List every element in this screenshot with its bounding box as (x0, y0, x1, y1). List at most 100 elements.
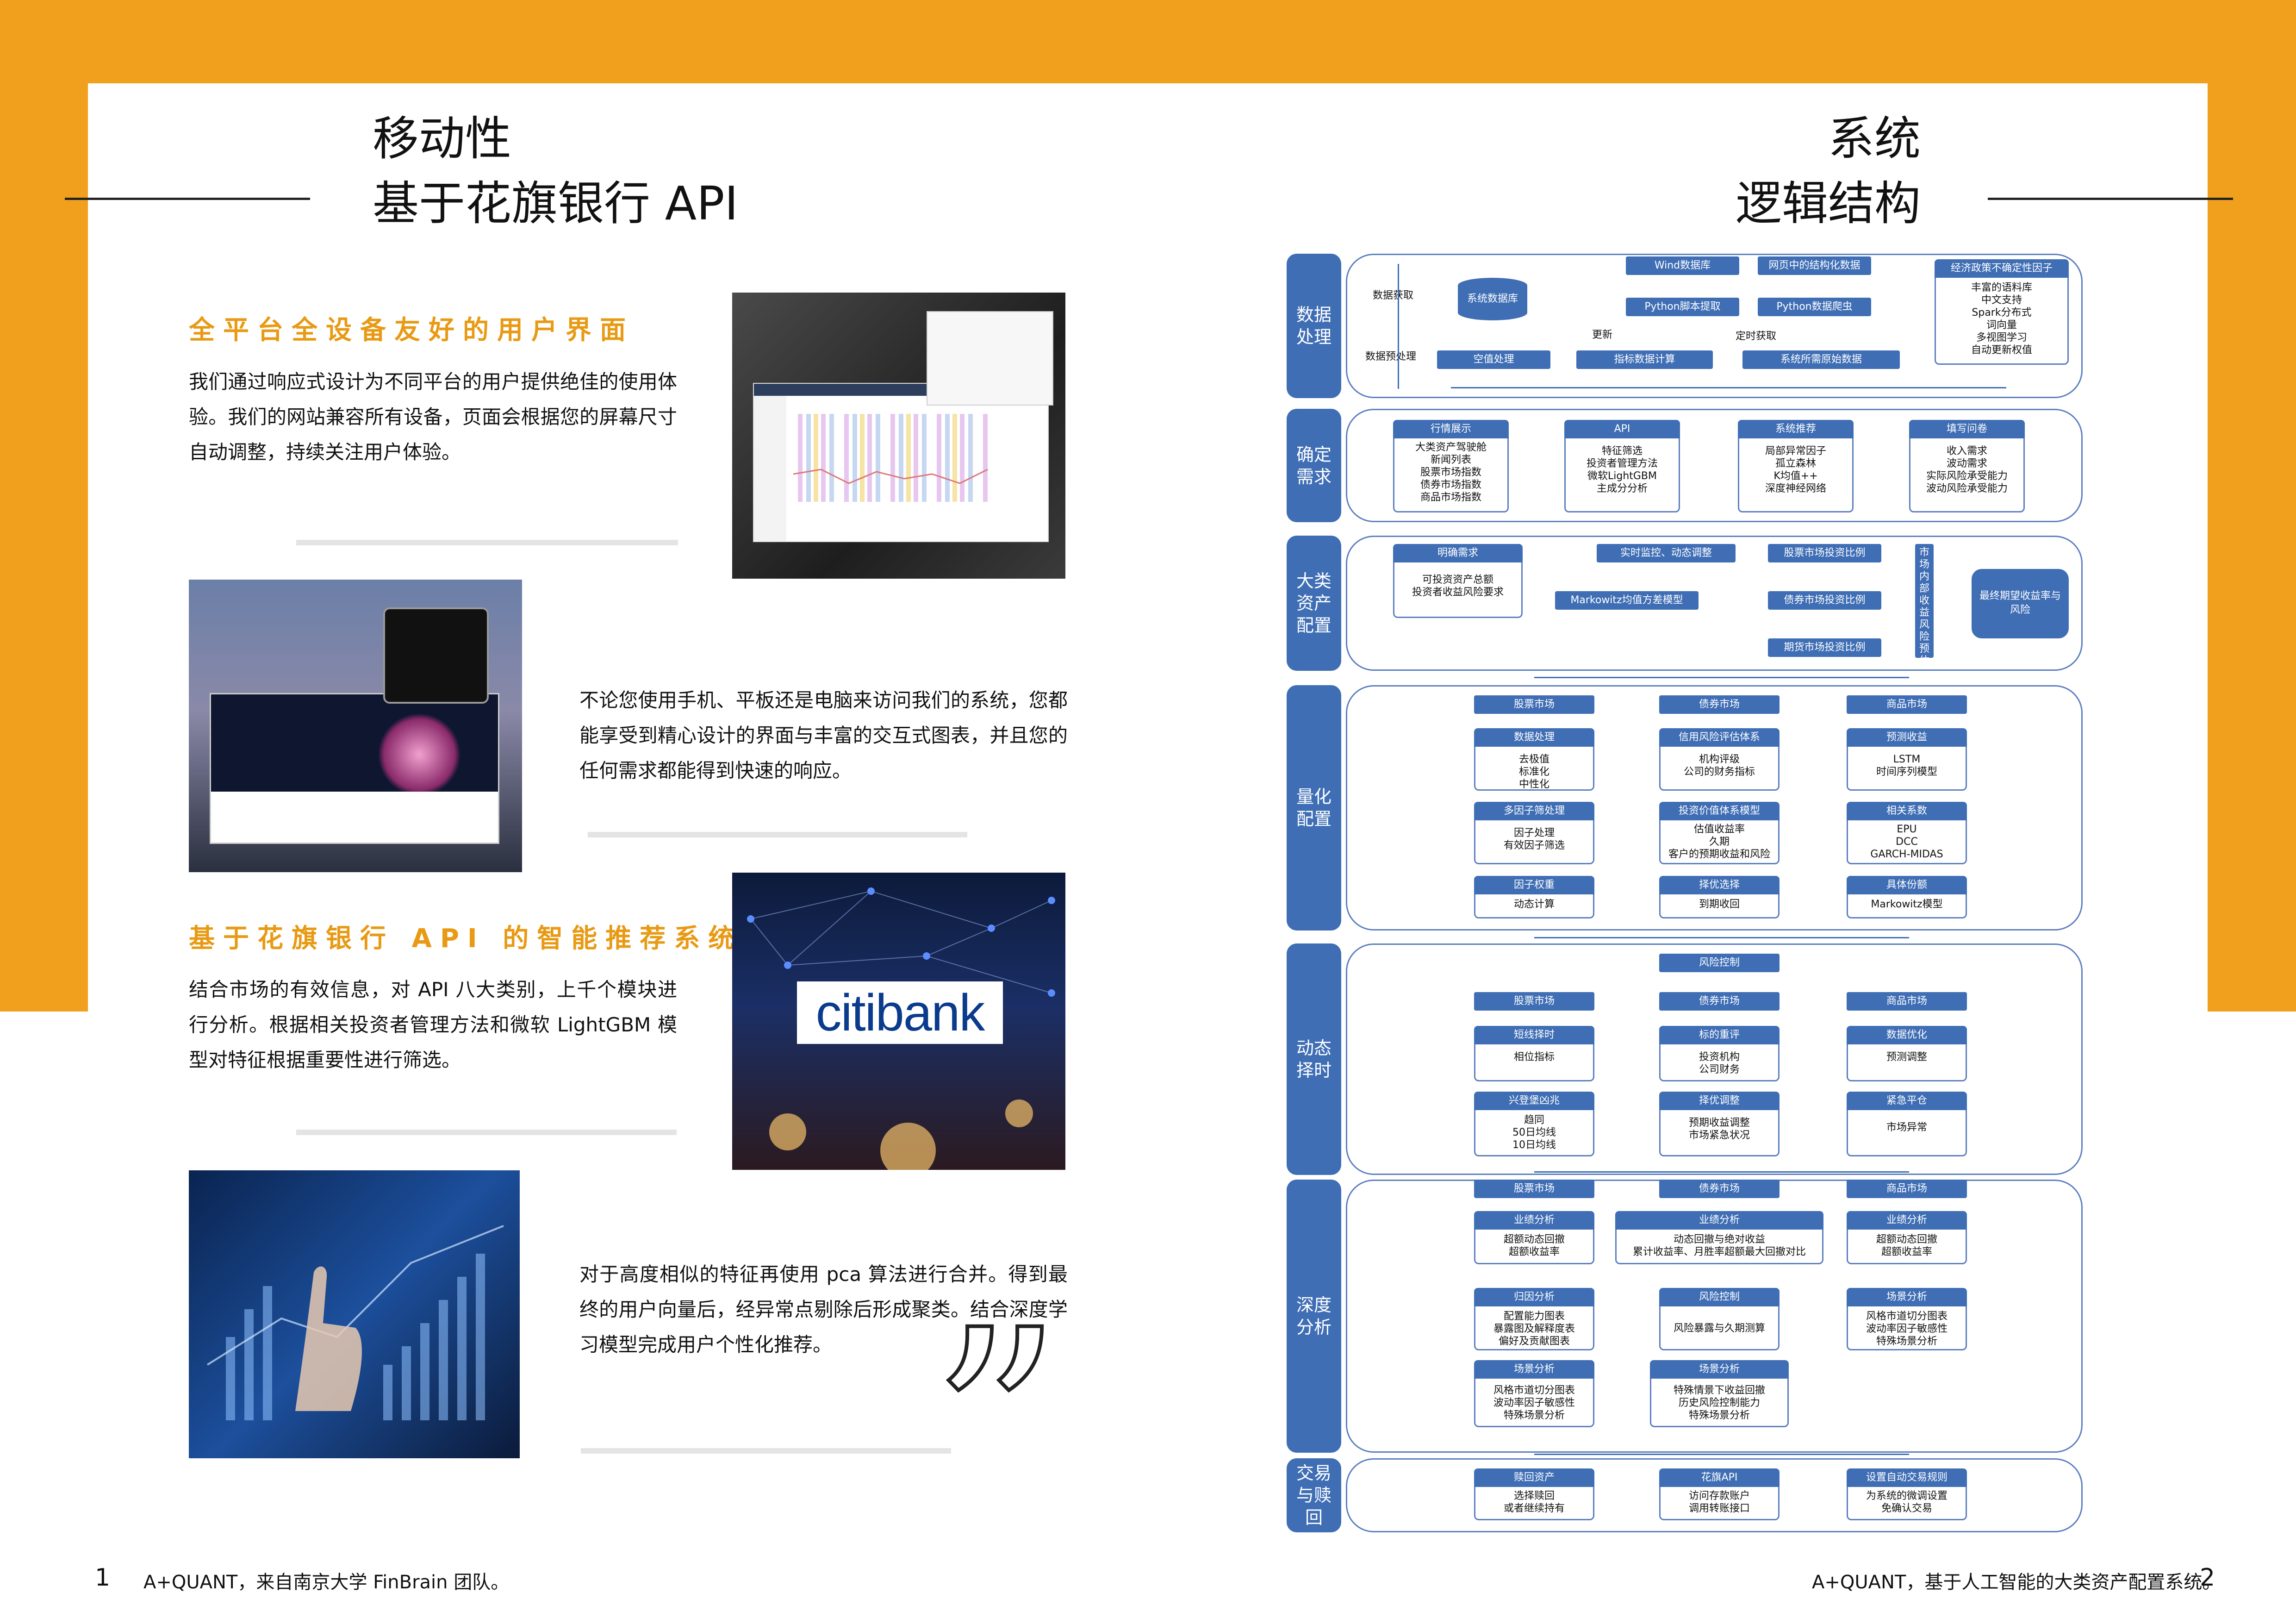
card-body: 局部异常因子 孤立森林 K均值++ 深度神经网络 (1765, 445, 1826, 494)
card-body: 特殊情景下收益回撤 历史风险控制能力 特殊场景分析 (1673, 1385, 1765, 1421)
lane-quant-config: 量化配置 股票市场 债券市场 商品市场 数据处理 去极值 标准化 中性化 信用风… (1287, 685, 2083, 931)
card-hindenburg: 兴登堡凶兆 趋同 50日均线 10日均线 (1474, 1092, 1594, 1156)
card-factor-weight: 因子权重 动态计算 (1474, 876, 1594, 918)
lane-asset-allocation: 大类资产配置 明确需求 可投资资产总额 投资者收益风险要求 实时监控、动态调整 … (1287, 536, 2083, 671)
card-citi-api: 花旗API 访问存款账户 调用转账接口 (1659, 1468, 1780, 1520)
lane-label-asset-allocation: 大类资产配置 (1287, 536, 1341, 671)
divider-2 (588, 832, 967, 837)
card-header: API (1564, 420, 1680, 438)
node-web-data: 网页中的结构化数据 (1758, 256, 1871, 275)
card-risk-control: 风险控制 风险暴露与久期测算 (1659, 1288, 1780, 1350)
card-header: 归因分析 (1474, 1288, 1594, 1306)
citibank-logo: citibank (815, 984, 985, 1042)
connector-lane6-lane7 (1534, 1454, 1909, 1455)
card-body: 到期收回 (1699, 899, 1740, 910)
divider-1 (296, 540, 678, 545)
left-title-line2: 基于花旗银行 API (373, 176, 738, 231)
card-body: 大类资产驾驶舱 新闻列表 股票市场指数 债券市场指数 商品市场指数 (1415, 442, 1487, 503)
right-title-line2: 逻辑结构 (1736, 176, 1921, 231)
card-header: 因子权重 (1474, 876, 1594, 894)
connector-lane1-lane2 (1451, 387, 2006, 388)
left-page-number: 1 (95, 1564, 111, 1592)
node-python-extract: Python脚本提取 (1626, 298, 1739, 316)
right-footer: A+QUANT，基于人工智能的大类资产配置系统。 (1812, 1572, 2221, 1593)
card-perf-commodity: 业绩分析 超额动态回撤 超额收益率 (1847, 1211, 1967, 1264)
node-bond-market: 债券市场 (1659, 992, 1780, 1011)
card-header: 数据优化 (1847, 1026, 1967, 1044)
connector-lane5-lane6 (1534, 1171, 1909, 1173)
node-markowitz: Markowitz均值方差模型 (1555, 591, 1699, 610)
orange-band-left (0, 0, 88, 1012)
devices-mockup-photo (189, 580, 522, 872)
card-scenario-commodity: 场景分析 风格市道切分图表 波动率因子敏感性 特殊场景分析 (1847, 1288, 1967, 1350)
card-body: 特征筛选 投资者管理方法 微软LightGBM 主成分分析 (1586, 445, 1658, 494)
node-stock-market: 股票市场 (1474, 695, 1594, 714)
card-body: 投资机构 公司财务 (1699, 1051, 1740, 1075)
card-header: 业绩分析 (1847, 1211, 1967, 1230)
card-best-choice: 择优选择 到期收回 (1659, 876, 1780, 918)
card-market-display: 行情展示 大类资产驾驶舱 新闻列表 股票市场指数 债券市场指数 商品市场指数 (1393, 420, 1509, 512)
connector-lane4-lane5 (1534, 937, 1909, 938)
card-header: 风险控制 (1659, 1288, 1780, 1306)
divider-3 (296, 1130, 677, 1135)
lane-label-data-processing: 数据处理 (1287, 254, 1341, 398)
lane-trade-redeem: 交易与赎回 赎回资产 选择赎回 或者继续持有 花旗API 访问存款账户 调用转账… (1287, 1458, 2083, 1532)
card-body: 预测调整 (1886, 1051, 1927, 1063)
card-header: 相关系数 (1847, 802, 1967, 820)
closing-quote-icon: ” (928, 1275, 1064, 1577)
node-stock-market: 股票市场 (1474, 1180, 1594, 1198)
card-body: 动态回撤与绝对收益 累计收益率、月胜率超额最大回撤对比 (1632, 1234, 1806, 1258)
card-body: 风格市道切分图表 波动率因子敏感性 特殊场景分析 (1493, 1385, 1575, 1421)
card-body: LSTM 时间序列模型 (1876, 754, 1937, 778)
card-header: 兴登堡凶兆 (1474, 1092, 1594, 1110)
node-commodity-market: 商品市场 (1847, 1180, 1967, 1198)
node-bond-ratio: 债券市场投资比例 (1768, 591, 1881, 610)
card-api: API 特征筛选 投资者管理方法 微软LightGBM 主成分分析 (1564, 420, 1680, 512)
card-data-process: 数据处理 去极值 标准化 中性化 (1474, 728, 1594, 791)
card-body: 为系统的微调设置 免确认交易 (1866, 1490, 1948, 1514)
card-body: 估值收益率 久期 客户的预期收益和风险 (1668, 824, 1770, 860)
card-header: 数据处理 (1474, 728, 1594, 747)
card-header: 赎回资产 (1474, 1468, 1594, 1487)
section1-heading: 全平台全设备友好的用户界面 (189, 315, 634, 345)
card-header: 择优调整 (1659, 1092, 1780, 1110)
card-correlation: 相关系数 EPU DCC GARCH-MIDAS (1847, 802, 1967, 864)
card-redeem-assets: 赎回资产 选择赎回 或者继续持有 (1474, 1468, 1594, 1520)
node-stock-market: 股票市场 (1474, 992, 1594, 1011)
dashboard-sidebar (754, 396, 786, 541)
orange-band-right (2208, 0, 2296, 1012)
card-header: 具体份额 (1847, 876, 1967, 894)
card-scenario-bond: 场景分析 特殊情景下收益回撤 历史风险控制能力 特殊场景分析 (1650, 1360, 1789, 1427)
card-questionnaire: 填写问卷 收入需求 波动需求 实际风险承受能力 波动风险承受能力 (1909, 420, 2025, 512)
card-macro-factor-body: 丰富的语料库 中文支持 Spark分布式 词向量 多视图学习 自动更新权值 (1971, 282, 2032, 356)
node-commodity-market: 商品市场 (1847, 695, 1967, 714)
node-bond-market: 债券市场 (1659, 1180, 1780, 1198)
card-header: 紧急平仓 (1847, 1092, 1967, 1110)
card-header: 明确需求 (1393, 544, 1523, 562)
card-body: 趋同 50日均线 10日均线 (1512, 1114, 1556, 1151)
section2-heading: 基于花旗银行 API 的智能推荐系统 (189, 924, 743, 954)
card-share: 具体份额 Markowitz模型 (1847, 876, 1967, 918)
label-data-get: 数据获取 (1373, 290, 1414, 301)
card-body: 风格市道切分图表 波动率因子敏感性 特殊场景分析 (1866, 1311, 1948, 1347)
card-body: 风险暴露与久期测算 (1673, 1323, 1765, 1334)
card-multi-factor: 多因子筛处理 因子处理 有效因子筛选 (1474, 802, 1594, 864)
laptop-hero-shape (378, 713, 461, 796)
node-missing-value: 空值处理 (1437, 350, 1550, 369)
lane-requirements: 确定需求 行情展示 大类资产驾驶舱 新闻列表 股票市场指数 债券市场指数 商品市… (1287, 409, 2083, 522)
right-page-number: 2 (2200, 1564, 2215, 1592)
card-value-system: 投资价值体系模型 估值收益率 久期 客户的预期收益和风险 (1659, 802, 1780, 864)
card-scenario-stock: 场景分析 风格市道切分图表 波动率因子敏感性 特殊场景分析 (1474, 1360, 1594, 1427)
section1-paragraph: 我们通过响应式设计为不同平台的用户提供绝佳的使用体验。我们的网站兼容所有设备，页… (189, 370, 677, 463)
card-short-timing: 短线择时 相位指标 (1474, 1026, 1594, 1081)
left-footer: A+QUANT，来自南京大学 FinBrain 团队。 (143, 1572, 510, 1593)
citibank-city-photo: citibank (732, 873, 1065, 1170)
card-header: 业绩分析 (1615, 1211, 1823, 1230)
arrow-vertical (1398, 264, 1399, 389)
dashboard-screen-photo (732, 293, 1065, 579)
lane-label-deep-analysis: 深度分析 (1287, 1180, 1341, 1453)
dashboard-window (753, 383, 1049, 542)
card-body: 选择赎回 或者继续持有 (1503, 1490, 1565, 1514)
card-header: 场景分析 (1474, 1360, 1594, 1379)
node-bond-market: 债券市场 (1659, 695, 1780, 714)
